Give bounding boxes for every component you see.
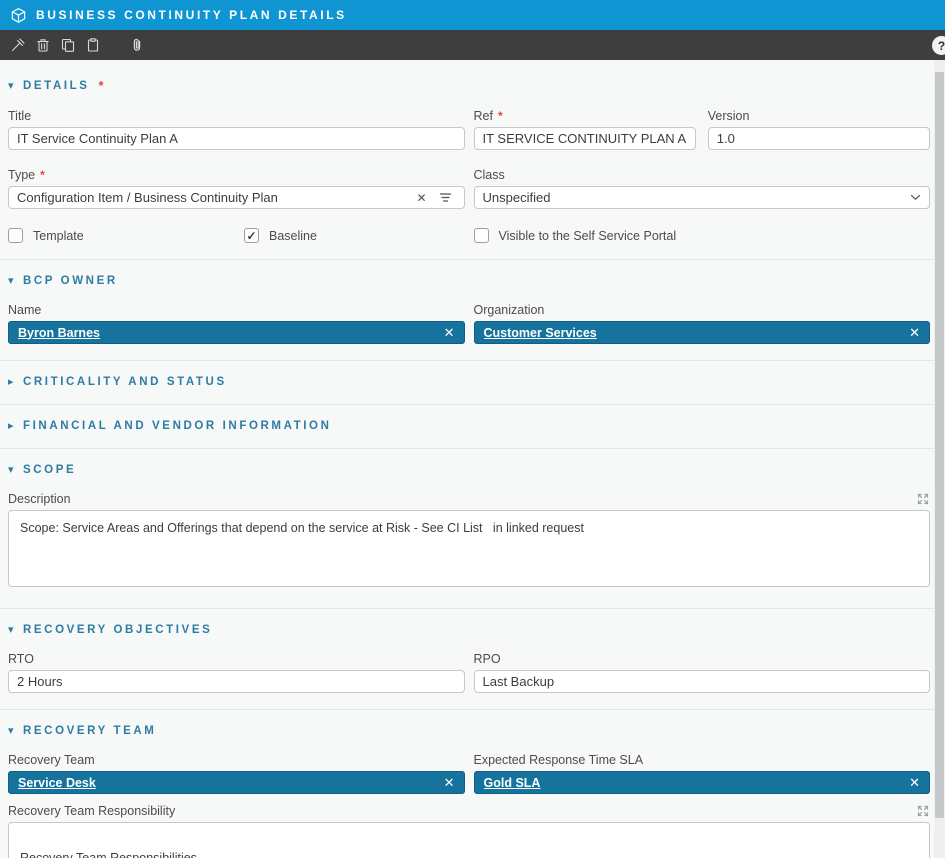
copy-icon[interactable] — [56, 33, 80, 57]
responsibility-label: Recovery Team Responsibility — [8, 804, 175, 818]
browse-list-icon[interactable] — [433, 192, 458, 203]
section-divider — [0, 259, 938, 260]
paste-icon[interactable] — [81, 33, 105, 57]
section-label: FINANCIAL AND VENDOR INFORMATION — [23, 420, 332, 432]
caret-right-icon: ▸ — [8, 419, 23, 432]
section-label: CRITICALITY AND STATUS — [23, 376, 227, 388]
page-title: BUSINESS CONTINUITY PLAN DETAILS — [36, 8, 347, 22]
caret-down-icon: ▾ — [8, 724, 23, 737]
section-divider — [0, 404, 938, 405]
section-divider — [0, 709, 938, 710]
ref-input[interactable] — [474, 127, 696, 150]
type-value: Configuration Item / Business Continuity… — [17, 190, 410, 205]
bcp-form: ▾ DETAILS * Title Ref* Version Type* Con… — [0, 60, 945, 858]
class-select[interactable]: Unspecified — [474, 186, 931, 209]
ref-label: Ref* — [474, 109, 503, 123]
section-label: SCOPE — [23, 464, 76, 476]
section-label: RECOVERY TEAM — [23, 725, 156, 737]
remove-icon[interactable]: ✕ — [901, 325, 920, 341]
caret-down-icon: ▾ — [8, 274, 23, 287]
responsibility-textarea[interactable]: Recovery Team Responsibilities — [8, 822, 930, 858]
expand-icon[interactable] — [916, 492, 930, 506]
section-divider — [0, 608, 938, 609]
help-button[interactable]: ? — [932, 36, 945, 55]
response-sla-field[interactable]: Gold SLA ✕ — [474, 771, 931, 794]
visible-portal-checkbox[interactable]: Visible to the Self Service Portal — [474, 228, 931, 243]
section-label: RECOVERY OBJECTIVES — [23, 624, 212, 636]
title-label: Title — [8, 109, 31, 123]
section-header-details[interactable]: ▾ DETAILS * — [8, 78, 930, 93]
remove-icon[interactable]: ✕ — [436, 775, 455, 791]
rto-input[interactable] — [8, 670, 465, 693]
clear-icon[interactable]: ✕ — [410, 191, 432, 205]
required-asterisk: * — [498, 109, 503, 123]
owner-name-link[interactable]: Byron Barnes — [18, 326, 436, 340]
caret-down-icon: ▾ — [8, 623, 23, 636]
template-checkbox[interactable]: Template — [8, 228, 244, 243]
section-label: BCP OWNER — [23, 275, 118, 287]
rpo-input[interactable] — [474, 670, 931, 693]
caret-down-icon: ▾ — [8, 463, 23, 476]
recovery-team-link[interactable]: Service Desk — [18, 776, 436, 790]
caret-right-icon: ▸ — [8, 375, 23, 388]
remove-icon[interactable]: ✕ — [436, 325, 455, 341]
caret-down-icon: ▾ — [8, 79, 23, 92]
class-label: Class — [474, 168, 505, 182]
rpo-label: RPO — [474, 652, 501, 666]
title-input[interactable] — [8, 127, 465, 150]
attachment-icon[interactable] — [125, 33, 149, 57]
owner-name-field[interactable]: Byron Barnes ✕ — [8, 321, 465, 344]
section-divider — [0, 360, 938, 361]
version-input[interactable] — [708, 127, 930, 150]
section-header-financial[interactable]: ▸ FINANCIAL AND VENDOR INFORMATION — [8, 419, 930, 432]
recovery-team-label: Recovery Team — [8, 753, 95, 767]
required-asterisk: * — [40, 168, 45, 182]
vertical-scrollbar[interactable] — [934, 60, 945, 858]
organization-link[interactable]: Customer Services — [484, 326, 902, 340]
response-sla-link[interactable]: Gold SLA — [484, 776, 902, 790]
scrollbar-thumb[interactable] — [935, 72, 944, 818]
name-label: Name — [8, 303, 41, 317]
cube-icon — [10, 7, 27, 24]
delete-icon[interactable] — [31, 33, 55, 57]
section-divider — [0, 448, 938, 449]
chevron-down-icon — [910, 194, 921, 201]
checkbox-box[interactable] — [474, 228, 489, 243]
organization-label: Organization — [474, 303, 545, 317]
pin-icon[interactable] — [6, 33, 30, 57]
window-title-bar: BUSINESS CONTINUITY PLAN DETAILS — [0, 0, 945, 30]
toolbar: ? — [0, 30, 945, 60]
section-header-recovery-team[interactable]: ▾ RECOVERY TEAM — [8, 724, 930, 737]
organization-field[interactable]: Customer Services ✕ — [474, 321, 931, 344]
description-label: Description — [8, 492, 71, 506]
section-header-criticality[interactable]: ▸ CRITICALITY AND STATUS — [8, 375, 930, 388]
response-sla-label: Expected Response Time SLA — [474, 753, 644, 767]
type-field[interactable]: Configuration Item / Business Continuity… — [8, 186, 465, 209]
section-header-scope[interactable]: ▾ SCOPE — [8, 463, 930, 476]
baseline-checkbox[interactable]: ✓ Baseline — [244, 228, 465, 243]
section-label: DETAILS — [23, 80, 90, 92]
recovery-team-field[interactable]: Service Desk ✕ — [8, 771, 465, 794]
visible-portal-checkbox-label: Visible to the Self Service Portal — [499, 229, 677, 243]
rto-label: RTO — [8, 652, 34, 666]
remove-icon[interactable]: ✕ — [901, 775, 920, 791]
template-checkbox-label: Template — [33, 229, 84, 243]
section-header-recovery-objectives[interactable]: ▾ RECOVERY OBJECTIVES — [8, 623, 930, 636]
section-header-bcp-owner[interactable]: ▾ BCP OWNER — [8, 274, 930, 287]
type-label: Type* — [8, 168, 45, 182]
required-asterisk: * — [99, 78, 104, 93]
checkbox-box-checked[interactable]: ✓ — [244, 228, 259, 243]
baseline-checkbox-label: Baseline — [269, 229, 317, 243]
description-textarea[interactable]: Scope: Service Areas and Offerings that … — [8, 510, 930, 587]
expand-icon[interactable] — [916, 804, 930, 818]
version-label: Version — [708, 109, 750, 123]
checkbox-box[interactable] — [8, 228, 23, 243]
class-value: Unspecified — [483, 190, 911, 205]
